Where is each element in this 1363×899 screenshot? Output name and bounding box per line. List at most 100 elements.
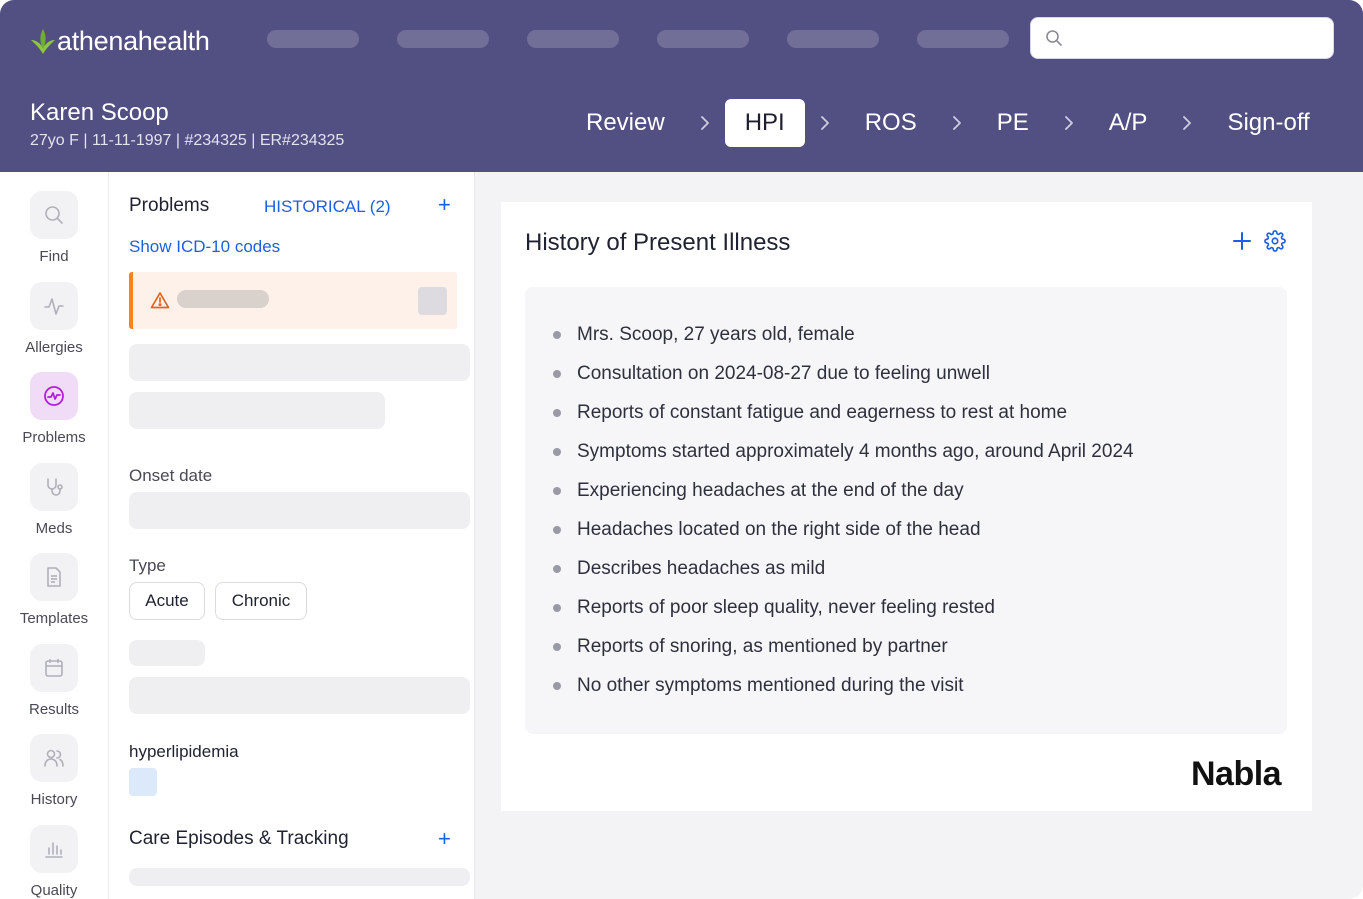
sidebar-item-label: Templates	[19, 610, 89, 627]
show-icd10-link[interactable]: Show ICD-10 codes	[129, 237, 280, 257]
sidebar-item-results[interactable]: Results	[0, 644, 108, 718]
sidebar-item-label: History	[30, 791, 78, 808]
logo-suffix: health	[137, 25, 210, 56]
logo-text: athenahealth	[57, 26, 210, 57]
nav-placeholder[interactable]	[917, 30, 1009, 48]
nav-placeholder[interactable]	[657, 30, 749, 48]
bullet-icon	[553, 642, 561, 651]
onset-date-field[interactable]	[129, 492, 470, 529]
nav-placeholder[interactable]	[267, 30, 359, 48]
sidebar-item-templates[interactable]: Templates	[0, 553, 108, 627]
sidebar-item-history[interactable]: History	[0, 734, 108, 808]
search-box[interactable]	[1030, 17, 1334, 59]
step-pe[interactable]: PE	[977, 99, 1049, 147]
nav-placeholder[interactable]	[527, 30, 619, 48]
hpi-item: Describes headaches as mild	[553, 549, 1134, 588]
add-care-episode-button[interactable]: +	[438, 828, 451, 850]
search-icon	[1046, 30, 1062, 46]
step-hpi[interactable]: HPI	[724, 99, 805, 147]
search-icon	[30, 191, 78, 239]
bullet-icon	[553, 564, 561, 573]
step-review[interactable]: Review	[566, 99, 685, 147]
bullet-icon	[553, 603, 561, 612]
chevron-right-icon	[937, 99, 977, 147]
hpi-item-text: Reports of snoring, as mentioned by part…	[577, 635, 948, 657]
users-icon	[30, 734, 78, 782]
hpi-item: Reports of poor sleep quality, never fee…	[553, 588, 1134, 627]
athenahealth-logo[interactable]: athenahealth	[30, 24, 210, 58]
sidebar-item-label: Results	[28, 701, 80, 718]
hpi-item-text: Experiencing headaches at the end of the…	[577, 479, 964, 501]
chevron-right-icon	[805, 99, 845, 147]
sidebar-item-label: Allergies	[25, 339, 83, 356]
nabla-logo: Nabla	[1191, 755, 1282, 793]
field-placeholder[interactable]	[129, 392, 385, 429]
field-placeholder[interactable]	[129, 677, 470, 714]
step-ap[interactable]: A/P	[1089, 99, 1168, 147]
sidebar-item-find[interactable]: Find	[0, 191, 108, 265]
chevron-right-icon	[685, 99, 725, 147]
bullet-icon	[553, 330, 561, 339]
historical-link[interactable]: HISTORICAL (2)	[264, 197, 391, 217]
hpi-item-text: Mrs. Scoop, 27 years old, female	[577, 323, 855, 345]
care-episodes-title: Care Episodes & Tracking	[129, 828, 349, 849]
sidebar-item-meds[interactable]: Meds	[0, 463, 108, 537]
hpi-item-text: No other symptoms mentioned during the v…	[577, 674, 964, 696]
search-input[interactable]	[1071, 29, 1333, 47]
problems-panel: Problems HISTORICAL (2) + Show ICD-10 co…	[108, 172, 475, 899]
sidebar-item-quality[interactable]: Quality	[0, 825, 108, 899]
logo-prefix: athena	[57, 25, 138, 56]
problems-icon	[30, 372, 78, 420]
hpi-list: Mrs. Scoop, 27 years old, female Consult…	[553, 315, 1134, 705]
hpi-item: No other symptoms mentioned during the v…	[553, 666, 1134, 705]
hpi-item-text: Symptoms started approximately 4 months …	[577, 440, 1134, 462]
problem-alert-card[interactable]	[129, 272, 457, 329]
chevron-right-icon	[1049, 99, 1089, 147]
hpi-title: History of Present Illness	[525, 229, 791, 256]
gear-icon[interactable]	[1264, 230, 1286, 252]
plus-icon[interactable]	[1231, 230, 1253, 252]
pulse-icon	[30, 282, 78, 330]
field-placeholder[interactable]	[129, 344, 470, 381]
calendar-icon	[30, 644, 78, 692]
hpi-item: Experiencing headaches at the end of the…	[553, 471, 1134, 510]
warning-icon	[150, 292, 170, 309]
hpi-card: History of Present Illness Mrs. Scoop, 2…	[501, 202, 1312, 811]
bullet-icon	[553, 525, 561, 534]
sidebar-item-label: Find	[39, 248, 69, 265]
patient-meta: 27yo F | 11-11-1997 | #234325 | ER#23432…	[30, 132, 345, 149]
add-problem-button[interactable]: +	[438, 194, 451, 216]
step-sign-off[interactable]: Sign-off	[1207, 99, 1329, 147]
chevron-right-icon	[1167, 99, 1207, 147]
hpi-item: Headaches located on the right side of t…	[553, 510, 1134, 549]
type-label: Type	[129, 556, 166, 575]
hpi-item: Reports of snoring, as mentioned by part…	[553, 627, 1134, 666]
onset-date-label: Onset date	[129, 466, 213, 485]
sidebar-item-label: Problems	[22, 429, 86, 446]
alert-checkbox[interactable]	[418, 287, 447, 315]
encounter-steps: Review HPI ROS PE A/P Sign-off	[566, 99, 1330, 147]
nav-placeholder[interactable]	[787, 30, 879, 48]
alert-text-placeholder	[177, 290, 269, 308]
nav-placeholder-group	[267, 30, 1009, 48]
stethoscope-icon	[30, 463, 78, 511]
type-chronic-button[interactable]: Chronic	[215, 582, 307, 620]
patient-name: Karen Scoop	[30, 99, 169, 126]
problem-checkbox[interactable]	[129, 768, 157, 796]
bullet-icon	[553, 369, 561, 378]
step-ros[interactable]: ROS	[845, 99, 937, 147]
type-acute-button[interactable]: Acute	[129, 582, 205, 620]
bar-chart-icon	[30, 825, 78, 873]
hpi-item-text: Headaches located on the right side of t…	[577, 518, 981, 540]
hpi-item: Consultation on 2024-08-27 due to feelin…	[553, 354, 1134, 393]
hpi-item-text: Consultation on 2024-08-27 due to feelin…	[577, 362, 991, 384]
hpi-item-text: Reports of constant fatigue and eagernes…	[577, 401, 1068, 423]
bullet-icon	[553, 447, 561, 456]
hpi-item: Mrs. Scoop, 27 years old, female	[553, 315, 1134, 354]
sidebar-item-allergies[interactable]: Allergies	[0, 282, 108, 356]
field-placeholder	[129, 640, 205, 666]
hpi-item-text: Describes headaches as mild	[577, 557, 826, 579]
sidebar-item-problems[interactable]: Problems	[0, 372, 108, 446]
nav-placeholder[interactable]	[397, 30, 489, 48]
hpi-content-box[interactable]: Mrs. Scoop, 27 years old, female Consult…	[525, 287, 1287, 734]
